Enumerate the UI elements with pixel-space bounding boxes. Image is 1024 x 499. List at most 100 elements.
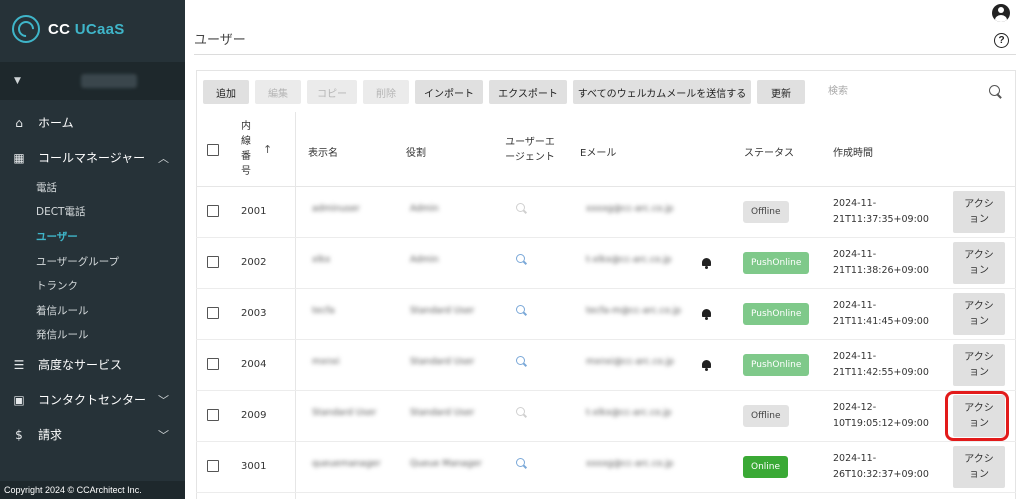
import-button[interactable]: インポート <box>415 80 483 104</box>
edit-button[interactable]: 編集 <box>255 80 301 104</box>
created-line-1: 2024-11- <box>833 198 877 209</box>
account-circle-icon[interactable] <box>992 4 1010 22</box>
header-divider <box>196 186 1016 187</box>
delete-button[interactable]: 削除 <box>363 80 409 104</box>
display-name-cell: xlkx <box>312 255 331 265</box>
email-cell: t-xlkx@cc-arc.co.jp <box>586 255 672 265</box>
refresh-button[interactable]: 更新 <box>757 80 805 104</box>
row-checkbox[interactable] <box>207 205 219 217</box>
sidebar-item-label: 高度なサービス <box>38 358 123 373</box>
status-badge: Offline <box>743 405 789 427</box>
sidebar-item-label: コンタクトセンター <box>38 393 147 408</box>
sidebar-item-billing[interactable]: $ 請求 ﹀ <box>0 417 185 452</box>
created-line-1: 2024-11- <box>833 249 877 260</box>
created-line-1: 2024-12- <box>833 402 877 413</box>
sidebar-item-label: コールマネージャー <box>38 151 146 165</box>
action-button[interactable]: アクション <box>953 293 1005 335</box>
logo-icon <box>12 15 40 43</box>
search-icon[interactable] <box>989 85 1000 96</box>
action-button[interactable]: アクション <box>953 344 1005 386</box>
row-checkbox[interactable] <box>207 358 219 370</box>
send-welcome-email-button[interactable]: すべてのウェルカムメールを送信する <box>573 80 751 104</box>
row-divider <box>196 288 1016 289</box>
action-button[interactable]: アクション <box>953 242 1005 284</box>
action-button-label: アクション <box>964 199 994 225</box>
email-cell: xxxxg@cc-arc.co.jp <box>586 459 674 469</box>
column-header-created[interactable]: 作成時間 <box>833 144 873 159</box>
select-all-checkbox[interactable] <box>207 144 219 156</box>
list-icon: ☰ <box>13 357 25 372</box>
row-divider <box>196 339 1016 340</box>
column-header-role[interactable]: 役割 <box>406 144 426 159</box>
user-agent-search-icon[interactable] <box>516 458 525 467</box>
user-agent-search-icon[interactable] <box>516 305 525 314</box>
role-cell: Standard User <box>410 357 475 367</box>
sidebar-subitem-inbound-rules[interactable]: 着信ルール <box>0 298 185 323</box>
row-checkbox[interactable] <box>207 307 219 319</box>
column-header-status[interactable]: ステータス <box>744 144 794 159</box>
extension-cell: 2004 <box>241 359 267 370</box>
row-checkbox[interactable] <box>207 256 219 268</box>
bell-icon <box>701 308 712 320</box>
column-header-email[interactable]: Eメール <box>580 144 616 159</box>
action-button-label: アクション <box>964 250 994 276</box>
page-title: ユーザー <box>194 33 246 48</box>
account-selector[interactable]: ▼ <box>0 62 185 100</box>
bell-icon <box>701 257 712 269</box>
search-box <box>818 78 1012 106</box>
user-agent-search-icon[interactable] <box>516 203 525 212</box>
created-line-2: 10T19:05:12+09:00 <box>833 418 929 429</box>
sidebar-item-call-manager[interactable]: ▦ コールマネージャー ︿ <box>0 140 185 175</box>
help-icon[interactable]: ? <box>994 33 1009 48</box>
column-header-user-agent[interactable]: ユーザーエージェント <box>504 135 556 165</box>
user-agent-search-icon[interactable] <box>516 254 525 263</box>
sidebar-subitem-dect-phones[interactable]: DECT電話 <box>0 200 185 225</box>
copy-button[interactable]: コピー <box>307 80 357 104</box>
action-button-label: アクション <box>964 301 994 327</box>
bell-icon <box>701 359 712 371</box>
action-button-label: アクション <box>964 352 994 378</box>
status-badge: PushOnline <box>743 252 810 274</box>
display-name-cell: mxnxi <box>312 357 340 367</box>
action-button[interactable]: アクション <box>953 446 1005 488</box>
column-header-extension[interactable]: 内線番号 <box>241 119 253 179</box>
sidebar-subitem-users[interactable]: ユーザー <box>0 224 185 249</box>
column-header-display-name[interactable]: 表示名 <box>308 144 338 159</box>
sort-ascending-icon[interactable]: ↑ <box>263 143 272 156</box>
chevron-up-icon: ︿ <box>158 151 169 165</box>
grid-icon: ▦ <box>13 150 25 165</box>
role-cell: Admin <box>410 255 439 265</box>
sidebar-subitem-phones[interactable]: 電話 <box>0 175 185 200</box>
row-checkbox[interactable] <box>207 409 219 421</box>
user-agent-search-icon[interactable] <box>516 407 525 416</box>
sidebar-item-home[interactable]: ⌂ ホーム <box>0 105 185 140</box>
created-line-2: 21T11:41:45+09:00 <box>833 316 929 327</box>
users-panel <box>196 70 1016 499</box>
row-divider <box>196 237 1016 238</box>
sidebar-item-advanced-services[interactable]: ☰ 高度なサービス <box>0 347 185 382</box>
sidebar-subitem-trunks[interactable]: トランク <box>0 273 185 298</box>
display-name-cell: Standard User <box>312 408 377 418</box>
user-agent-search-icon[interactable] <box>516 356 525 365</box>
brand-logo[interactable]: CC UCaaS <box>0 0 185 58</box>
add-button[interactable]: 追加 <box>203 80 249 104</box>
role-cell: Standard User <box>410 408 475 418</box>
search-input[interactable] <box>818 78 978 104</box>
action-button-label: アクション <box>964 454 994 480</box>
extension-cell: 2002 <box>241 257 267 268</box>
sidebar: CC UCaaS ▼ ⌂ ホーム ▦ コールマネージャー ︿ 電話 DECT電話… <box>0 0 185 499</box>
status-badge: PushOnline <box>743 354 810 376</box>
account-name <box>80 74 137 88</box>
clipboard-icon: ▣ <box>13 392 25 407</box>
export-button[interactable]: エクスポート <box>489 80 567 104</box>
row-checkbox[interactable] <box>207 460 219 472</box>
status-badge: Offline <box>743 201 789 223</box>
brand-name: CC UCaaS <box>48 20 125 38</box>
display-name-cell: queuemanager <box>312 459 381 469</box>
action-button[interactable]: アクション <box>953 191 1005 233</box>
sidebar-item-contact-center[interactable]: ▣ コンタクトセンター ﹀ <box>0 382 185 417</box>
row-divider <box>196 390 1016 391</box>
sidebar-subitem-user-groups[interactable]: ユーザーグループ <box>0 249 185 274</box>
created-line-2: 21T11:38:26+09:00 <box>833 265 929 276</box>
sidebar-subitem-outbound-rules[interactable]: 発信ルール <box>0 323 185 348</box>
